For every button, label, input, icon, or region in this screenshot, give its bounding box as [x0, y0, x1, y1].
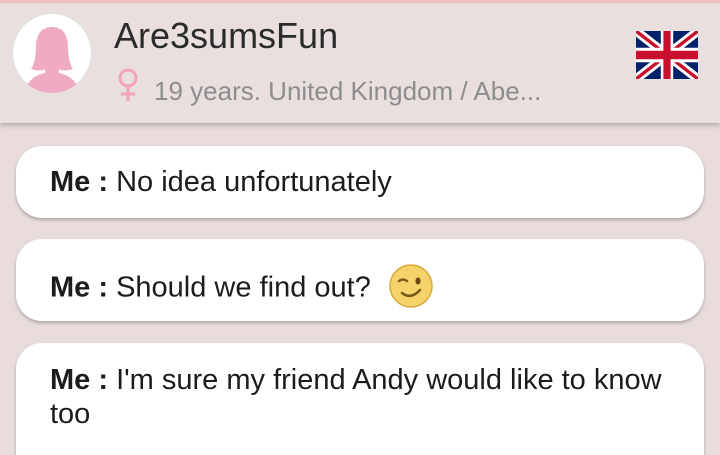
message-separator: :: [90, 271, 117, 304]
message-bubble[interactable]: Me : Should we find out?: [16, 239, 704, 321]
message-text: Should we find out?: [116, 271, 371, 304]
username: Are3sumsFun: [114, 15, 339, 56]
message-separator: :: [90, 364, 117, 396]
female-symbol-icon: [118, 68, 138, 101]
female-silhouette-icon: [24, 27, 80, 93]
message-bubble[interactable]: Me : No idea unfortunately: [16, 146, 704, 218]
message-separator: :: [90, 166, 117, 198]
uk-flag-icon: [636, 31, 698, 79]
message-sender: Me: [50, 271, 91, 304]
winking-face-emoji: [389, 264, 433, 308]
message-sender: Me: [50, 364, 91, 396]
message-text: I'm sure my friend Andy would like to kn…: [50, 364, 662, 430]
message-bubble[interactable]: Me : I'm sure my friend Andy would like …: [16, 343, 704, 455]
message-text: No idea unfortunately: [116, 166, 392, 198]
message-sender: Me: [50, 166, 91, 198]
age-location-text: 19 years. United Kingdom / Abe...: [154, 76, 542, 106]
chat-header: Are3sumsFun 19 years. United Kingdom / A…: [0, 3, 720, 123]
avatar[interactable]: [12, 13, 92, 93]
